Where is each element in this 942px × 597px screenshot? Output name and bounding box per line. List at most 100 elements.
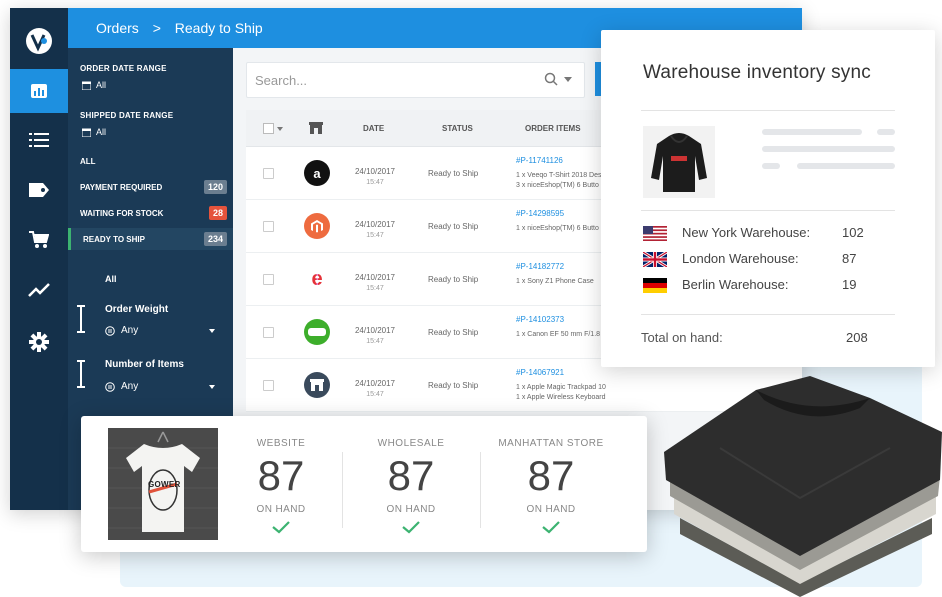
status-filter-ready-to-ship[interactable]: READY TO SHIP 234 <box>68 228 233 250</box>
order-date-range-label: ORDER DATE RANGE <box>80 64 167 73</box>
chevron-down-icon <box>209 328 215 333</box>
select-all-checkbox[interactable] <box>263 123 274 134</box>
placeholder-bar <box>877 129 895 135</box>
channel-stock-value: 87 <box>387 452 435 499</box>
row-checkbox[interactable] <box>263 380 274 391</box>
placeholder-bar <box>797 163 895 169</box>
folded-shirts-image <box>664 376 942 597</box>
shipped-date-range-label: SHIPPED DATE RANGE <box>80 111 174 120</box>
warehouse-card-title: Warehouse inventory sync <box>643 62 871 83</box>
search-box[interactable]: Search... <box>246 62 585 98</box>
calendar-icon <box>82 128 91 137</box>
chevron-down-icon[interactable] <box>564 77 572 82</box>
column-status[interactable]: STATUS <box>442 124 473 133</box>
row-checkbox[interactable] <box>263 221 274 232</box>
placeholder-bar <box>762 129 862 135</box>
number-of-items-select[interactable]: Any <box>105 381 215 392</box>
chevron-down-icon[interactable] <box>277 127 283 131</box>
order-date: 24/10/2017 15:47 <box>354 220 396 239</box>
warehouse-row-berlin: Berlin Warehouse: 19 <box>641 275 871 295</box>
divider <box>480 452 481 528</box>
shipped-date-range-value: All <box>96 127 107 137</box>
order-status: Ready to Ship <box>428 328 479 337</box>
divider <box>342 452 343 528</box>
list-icon[interactable] <box>10 118 68 162</box>
amazon-store-icon: a <box>304 160 330 186</box>
trending-icon[interactable] <box>10 268 68 312</box>
warehouse-qty: 87 <box>842 251 857 266</box>
order-weight-slider-icon[interactable] <box>77 305 85 333</box>
on-hand-label: ON HAND <box>386 504 436 515</box>
order-weight-label: Order Weight <box>105 304 169 315</box>
breadcrumb-orders-link[interactable]: Orders <box>96 20 139 36</box>
check-icon <box>402 521 420 534</box>
channel-stock-card: GOWER WEBSITE 87 ON HAND WHOLESALE 87 ON… <box>81 416 647 552</box>
tshirt-print-text: GOWER <box>148 480 181 489</box>
equals-circle-icon <box>105 325 115 336</box>
search-icon[interactable] <box>544 72 558 86</box>
channel-label: MANHATTAN STORE <box>498 438 604 449</box>
check-icon <box>272 521 290 534</box>
store-icon <box>304 372 330 398</box>
order-date: 24/10/2017 15:47 <box>354 167 396 186</box>
order-id-link[interactable]: #P-14298595 <box>516 209 564 218</box>
row-checkbox[interactable] <box>263 274 274 285</box>
placeholder-bar <box>762 163 780 169</box>
warehouse-qty: 102 <box>842 225 864 240</box>
warehouse-row-london: London Warehouse: 87 <box>641 249 871 269</box>
order-weight-select[interactable]: Any <box>105 325 215 336</box>
ebay-store-icon: e <box>304 266 330 292</box>
warehouse-name: New York Warehouse: <box>682 225 811 240</box>
order-id-link[interactable]: #P-14102373 <box>516 315 564 324</box>
us-flag-icon <box>643 226 667 241</box>
all-option[interactable]: All <box>105 274 117 284</box>
store-icon <box>309 122 323 134</box>
divider <box>641 210 895 211</box>
order-id-link[interactable]: #P-14182772 <box>516 262 564 271</box>
number-of-items-value: Any <box>121 381 139 392</box>
calendar-icon <box>82 81 91 90</box>
order-items: 1 x Sony Z1 Phone Case <box>516 278 594 285</box>
row-checkbox[interactable] <box>263 327 274 338</box>
channel-wholesale: WHOLESALE 87 ON HAND <box>346 416 476 552</box>
status-filter-label: READY TO SHIP <box>83 234 145 244</box>
channel-website: WEBSITE 87 ON HAND <box>216 416 346 552</box>
shipped-date-range-field[interactable]: All <box>82 127 106 137</box>
column-date[interactable]: DATE <box>363 124 384 133</box>
cart-icon[interactable] <box>10 218 68 262</box>
count-badge: 234 <box>203 232 227 246</box>
order-date-range-value: All <box>96 80 107 90</box>
chevron-down-icon <box>209 384 215 389</box>
dashboard-icon[interactable] <box>10 69 68 113</box>
order-status: Ready to Ship <box>428 222 479 231</box>
number-of-items-slider-icon[interactable] <box>77 360 85 388</box>
tshirt-product-image: GOWER <box>108 428 218 540</box>
order-date: 24/10/2017 15:47 <box>354 326 396 345</box>
breadcrumb-separator: > <box>152 20 161 36</box>
number-of-items-label: Number of Items <box>105 359 184 370</box>
order-date-range-field[interactable]: All <box>82 80 106 90</box>
warehouse-row-new-york: New York Warehouse: 102 <box>641 223 871 243</box>
tag-icon[interactable] <box>10 168 68 212</box>
channel-stock-value: 87 <box>257 452 305 499</box>
status-filter-label: PAYMENT REQUIRED <box>80 182 163 192</box>
column-order-items[interactable]: ORDER ITEMS <box>525 124 581 133</box>
order-status: Ready to Ship <box>428 381 479 390</box>
search-input[interactable]: Search... <box>255 73 307 88</box>
order-date: 24/10/2017 15:47 <box>354 379 396 398</box>
on-hand-label: ON HAND <box>256 504 306 515</box>
warehouse-name: London Warehouse: <box>682 251 799 266</box>
total-on-hand-label: Total on hand: <box>641 330 723 345</box>
divider <box>641 314 895 315</box>
woo-store-icon <box>304 319 330 345</box>
order-items: 1 x Veeqo T-Shirt 2018 Des 3 x niceEshop(… <box>516 172 602 189</box>
status-filter-waiting-for-stock[interactable]: WAITING FOR STOCK 28 <box>68 202 233 224</box>
order-status: Ready to Ship <box>428 169 479 178</box>
order-status: Ready to Ship <box>428 275 479 284</box>
row-checkbox[interactable] <box>263 168 274 179</box>
settings-icon[interactable] <box>10 320 68 364</box>
status-filter-payment-required[interactable]: PAYMENT REQUIRED 120 <box>68 176 233 198</box>
order-id-link[interactable]: #P-14067921 <box>516 368 564 377</box>
order-id-link[interactable]: #P-11741126 <box>516 156 563 165</box>
status-filter-all[interactable]: ALL <box>68 150 233 172</box>
